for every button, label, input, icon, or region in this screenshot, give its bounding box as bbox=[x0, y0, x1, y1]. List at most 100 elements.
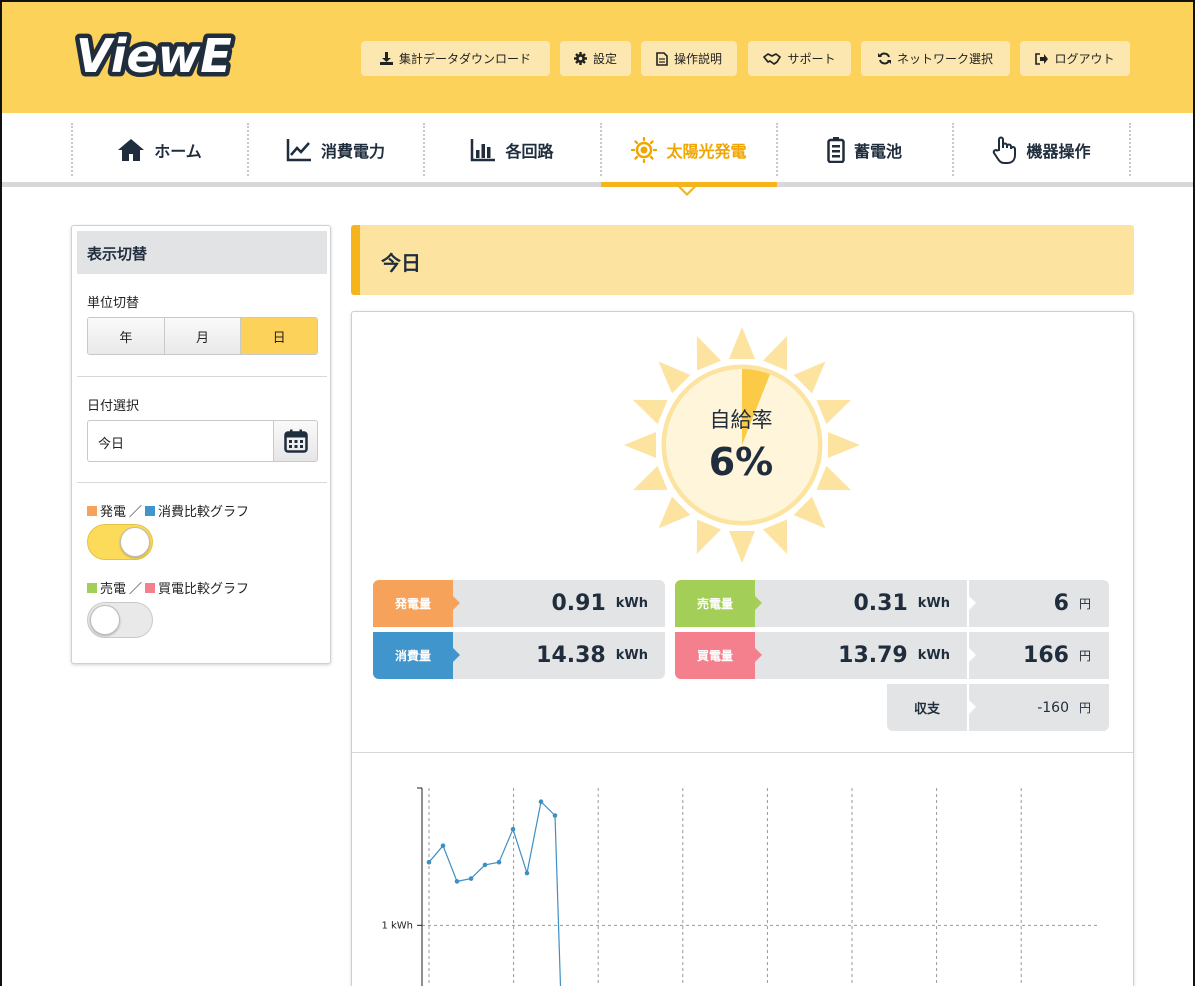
sun-ray bbox=[793, 496, 826, 529]
toggle-knob bbox=[90, 605, 120, 635]
handshake-icon bbox=[763, 52, 782, 65]
self-sufficiency-value: 6% bbox=[708, 440, 774, 484]
network-button[interactable]: ネットワーク選択 bbox=[861, 41, 1010, 76]
consumption-legend-text: 消費比較グラフ bbox=[158, 505, 250, 520]
generation-amount: 0.91 bbox=[551, 591, 606, 616]
balance-label-cell: 収支 bbox=[887, 684, 967, 731]
generation-unit: kWh bbox=[615, 596, 648, 611]
nav-battery[interactable]: 蓄電池 bbox=[777, 123, 952, 176]
balance-amount: -160 bbox=[1037, 699, 1069, 716]
gear-icon bbox=[573, 52, 587, 65]
nav-solar-label: 太陽光発電 bbox=[666, 141, 747, 161]
sold-yen-amount: 6 bbox=[1053, 591, 1069, 616]
download-icon bbox=[379, 52, 393, 65]
unit-segmented-control: 年 月 日 bbox=[87, 317, 318, 355]
sold-yen-unit: 円 bbox=[1078, 597, 1091, 611]
nav-circuits[interactable]: 各回路 bbox=[424, 123, 600, 176]
sun-icon bbox=[631, 136, 658, 163]
download-button[interactable]: 集計データダウンロード bbox=[361, 41, 550, 76]
sold-value: 0.31 kWh bbox=[755, 580, 950, 627]
settings-button-label: 設定 bbox=[592, 52, 617, 66]
chart-point bbox=[426, 859, 432, 865]
chart-point bbox=[538, 799, 544, 804]
logout-button-label: ログアウト bbox=[1054, 52, 1115, 66]
battery-icon bbox=[827, 136, 845, 163]
sold-amount: 0.31 bbox=[853, 591, 908, 616]
period-title: 今日 bbox=[381, 251, 421, 275]
consumption-series-line bbox=[428, 800, 562, 986]
sun-ray bbox=[762, 335, 788, 371]
chart-point bbox=[454, 879, 460, 884]
power-line-chart: 1 kWh bbox=[381, 787, 1097, 986]
chart-y-tick-label: 1 kWh bbox=[381, 920, 413, 931]
unit-year-button[interactable]: 年 bbox=[88, 318, 165, 354]
nav-active-caret-inner bbox=[681, 187, 693, 193]
sell-buy-graph-label: 売電 ／ 買電比較グラフ bbox=[87, 578, 249, 597]
balance-label: 収支 bbox=[913, 702, 940, 717]
bought-yen-value: 166 円 bbox=[969, 632, 1091, 679]
logo-text: ViewE bbox=[76, 29, 232, 83]
bought-unit: kWh bbox=[917, 648, 950, 663]
sun-ray bbox=[658, 361, 691, 394]
sell-buy-graph-toggle[interactable] bbox=[87, 602, 153, 638]
bought-value: 13.79 kWh bbox=[755, 632, 950, 679]
nav-device-control[interactable]: 機器操作 bbox=[953, 123, 1129, 176]
bought-legend-text: 買電比較グラフ bbox=[158, 582, 250, 597]
gen-consumption-graph-toggle[interactable] bbox=[87, 524, 153, 560]
settings-button[interactable]: 設定 bbox=[560, 41, 631, 76]
generation-swatch bbox=[87, 505, 97, 516]
nav-consumption[interactable]: 消費電力 bbox=[248, 123, 423, 176]
refresh-icon bbox=[877, 52, 891, 65]
bought-yen-amount: 166 bbox=[1023, 643, 1069, 668]
sun-ray bbox=[729, 531, 755, 563]
sun-ray bbox=[696, 335, 722, 371]
network-button-label: ネットワーク選択 bbox=[896, 52, 993, 66]
generation-tag: 発電量 bbox=[373, 580, 460, 627]
bought-yen-unit: 円 bbox=[1078, 649, 1091, 663]
sun-ray bbox=[729, 327, 755, 359]
chart-point bbox=[496, 859, 502, 865]
legend-separator: ／ bbox=[129, 505, 143, 520]
display-toggle-title: 表示切替 bbox=[77, 231, 327, 274]
sold-swatch bbox=[87, 582, 97, 593]
logo[interactable]: ViewE bbox=[72, 22, 272, 88]
nav-home-label: ホーム bbox=[154, 141, 202, 161]
unit-month-button[interactable]: 月 bbox=[164, 318, 242, 354]
period-header: 今日 bbox=[351, 225, 1134, 295]
nav-circuits-label: 各回路 bbox=[505, 141, 554, 161]
nav-home[interactable]: ホーム bbox=[72, 123, 247, 176]
toggle-knob bbox=[120, 527, 150, 557]
support-button[interactable]: サポート bbox=[748, 41, 851, 76]
chart-point bbox=[468, 876, 474, 881]
sidebar-divider bbox=[77, 376, 327, 377]
support-button-label: サポート bbox=[787, 52, 836, 66]
consumption-swatch bbox=[145, 505, 156, 516]
logout-button[interactable]: ログアウト bbox=[1020, 41, 1130, 76]
nav-separator bbox=[1129, 123, 1131, 176]
nav-solar[interactable]: 太陽光発電 bbox=[601, 123, 777, 176]
chart-grid bbox=[422, 788, 1097, 986]
sold-tag: 売電量 bbox=[675, 580, 762, 627]
generation-legend-text: 発電 bbox=[100, 505, 127, 520]
unit-day-button[interactable]: 日 bbox=[241, 318, 317, 354]
sun-ray bbox=[696, 519, 722, 555]
download-button-label: 集計データダウンロード bbox=[398, 52, 531, 66]
hand-pointer-icon bbox=[993, 136, 1017, 164]
bought-amount: 13.79 bbox=[838, 643, 908, 668]
legend-separator: ／ bbox=[129, 582, 143, 597]
nav-device-control-label: 機器操作 bbox=[1026, 141, 1091, 161]
sun-ray bbox=[793, 361, 826, 394]
consumption-amount: 14.38 bbox=[536, 643, 606, 668]
consumption-tag: 消費量 bbox=[373, 632, 460, 679]
consumption-value: 14.38 kWh bbox=[453, 632, 648, 679]
sold-unit: kWh bbox=[917, 596, 950, 611]
panel-divider bbox=[352, 752, 1133, 753]
nav-battery-label: 蓄電池 bbox=[853, 141, 902, 161]
balance-value: -160 円 bbox=[969, 684, 1091, 731]
generation-value: 0.91 kWh bbox=[453, 580, 648, 627]
balance-unit: 円 bbox=[1078, 701, 1091, 715]
chart-point bbox=[440, 843, 446, 848]
manual-button[interactable]: 操作説明 bbox=[641, 41, 737, 76]
chart-point bbox=[510, 826, 516, 832]
manual-button-label: 操作説明 bbox=[673, 52, 722, 66]
